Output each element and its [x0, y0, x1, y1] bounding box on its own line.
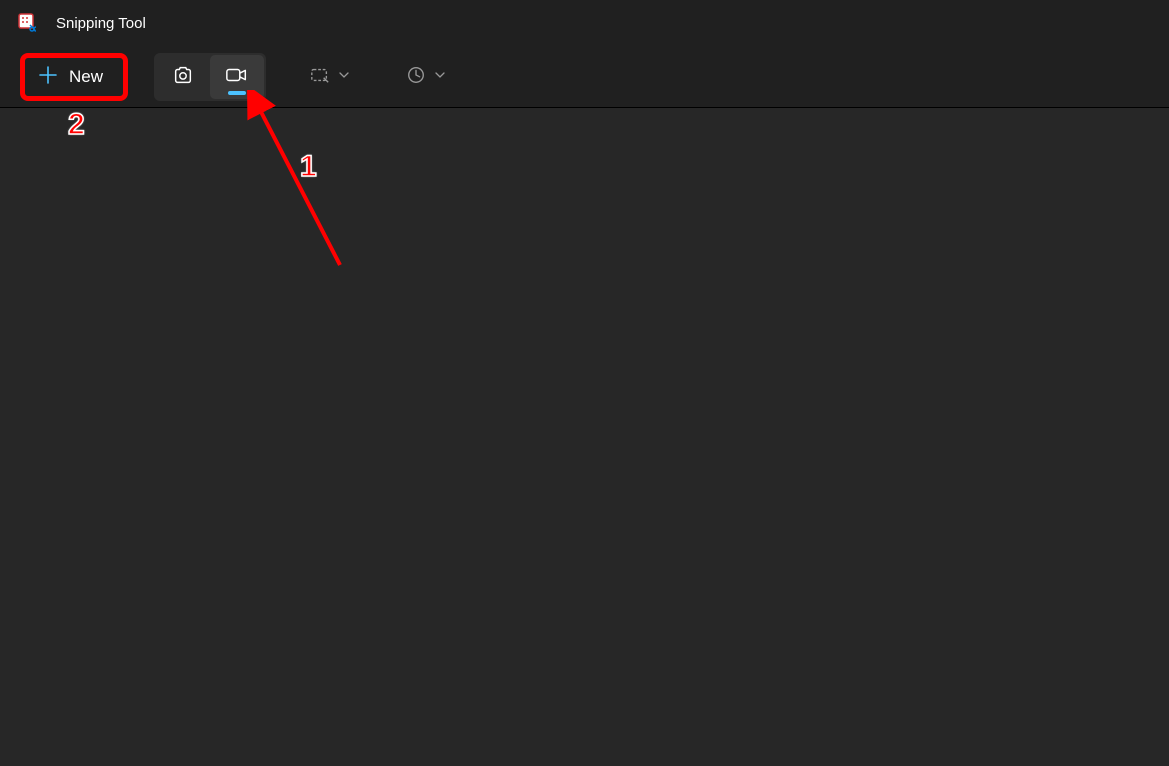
annotation-label-2: 2 — [68, 108, 85, 142]
video-mode-button[interactable] — [210, 55, 264, 99]
delay-dropdown[interactable] — [396, 57, 456, 96]
snapshot-mode-button[interactable] — [156, 55, 210, 99]
new-button[interactable]: New — [20, 53, 128, 101]
plus-icon — [39, 66, 57, 88]
camera-icon — [172, 64, 194, 89]
video-icon — [225, 64, 249, 89]
app-icon — [18, 13, 38, 33]
chevron-down-icon — [434, 69, 446, 84]
snip-shape-dropdown[interactable] — [300, 58, 360, 95]
toolbar: New — [0, 46, 1169, 108]
clock-icon — [406, 65, 426, 88]
titlebar: Snipping Tool — [0, 0, 1169, 46]
capture-mode-group — [154, 53, 266, 101]
chevron-down-icon — [338, 69, 350, 84]
new-button-label: New — [69, 67, 103, 87]
content-area — [0, 108, 1169, 766]
rectangle-icon — [310, 66, 330, 87]
app-title: Snipping Tool — [56, 15, 146, 32]
annotation-label-1: 1 — [300, 150, 317, 184]
